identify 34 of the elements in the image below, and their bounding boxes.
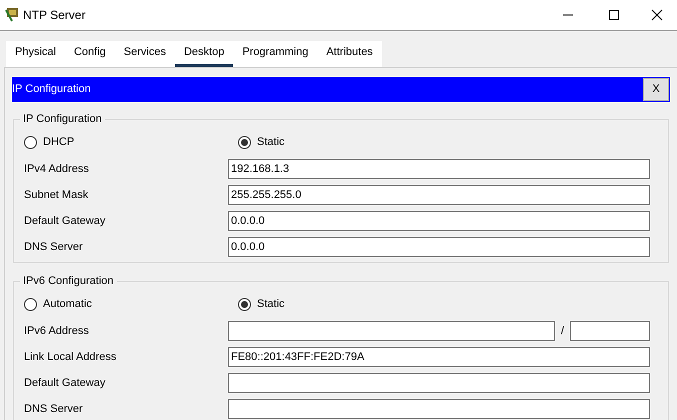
input-field[interactable]: 192.168.1.3 [228,159,650,179]
input-field[interactable] [228,321,555,341]
panel-title: IP Configuration [12,82,91,98]
radio-option[interactable]: DHCP [14,134,228,150]
input-field[interactable]: 0.0.0.0 [228,237,650,257]
input-field[interactable] [228,399,650,419]
tab[interactable]: Services [114,41,175,67]
input-field[interactable] [570,321,650,341]
radio-option[interactable]: Static [228,134,285,150]
tab[interactable]: Physical [6,41,65,67]
radio-option[interactable]: Static [228,296,285,312]
field-label: IPv4 Address [23,162,90,177]
field-label: Default Gateway [23,214,106,229]
group-title: IP Configuration [20,112,105,126]
input-field[interactable]: 0.0.0.0 [228,211,650,231]
field-label: DNS Server [23,240,84,255]
input-field[interactable]: 255.255.255.0 [228,185,650,205]
tab[interactable]: Config [64,41,115,67]
field-label: DNS Server [23,402,84,417]
field-label: Default Gateway [23,376,106,391]
slash-separator: / [560,324,566,339]
tab[interactable]: Desktop [174,41,234,67]
input-field[interactable]: FE80::201:43FF:FE2D:79A [228,347,650,367]
app-icon [4,7,20,23]
window-title: NTP Server [23,7,86,24]
tab[interactable]: Programming [233,41,318,67]
field-label: IPv6 Address [23,324,90,339]
tab[interactable]: Attributes [317,41,382,67]
input-field[interactable] [228,373,650,393]
field-label: Link Local Address [23,350,118,365]
radio-option[interactable]: Automatic [14,296,228,312]
field-label: Subnet Mask [23,188,90,203]
panel-close-button[interactable]: X [643,78,669,101]
group-title: IPv6 Configuration [20,274,116,288]
